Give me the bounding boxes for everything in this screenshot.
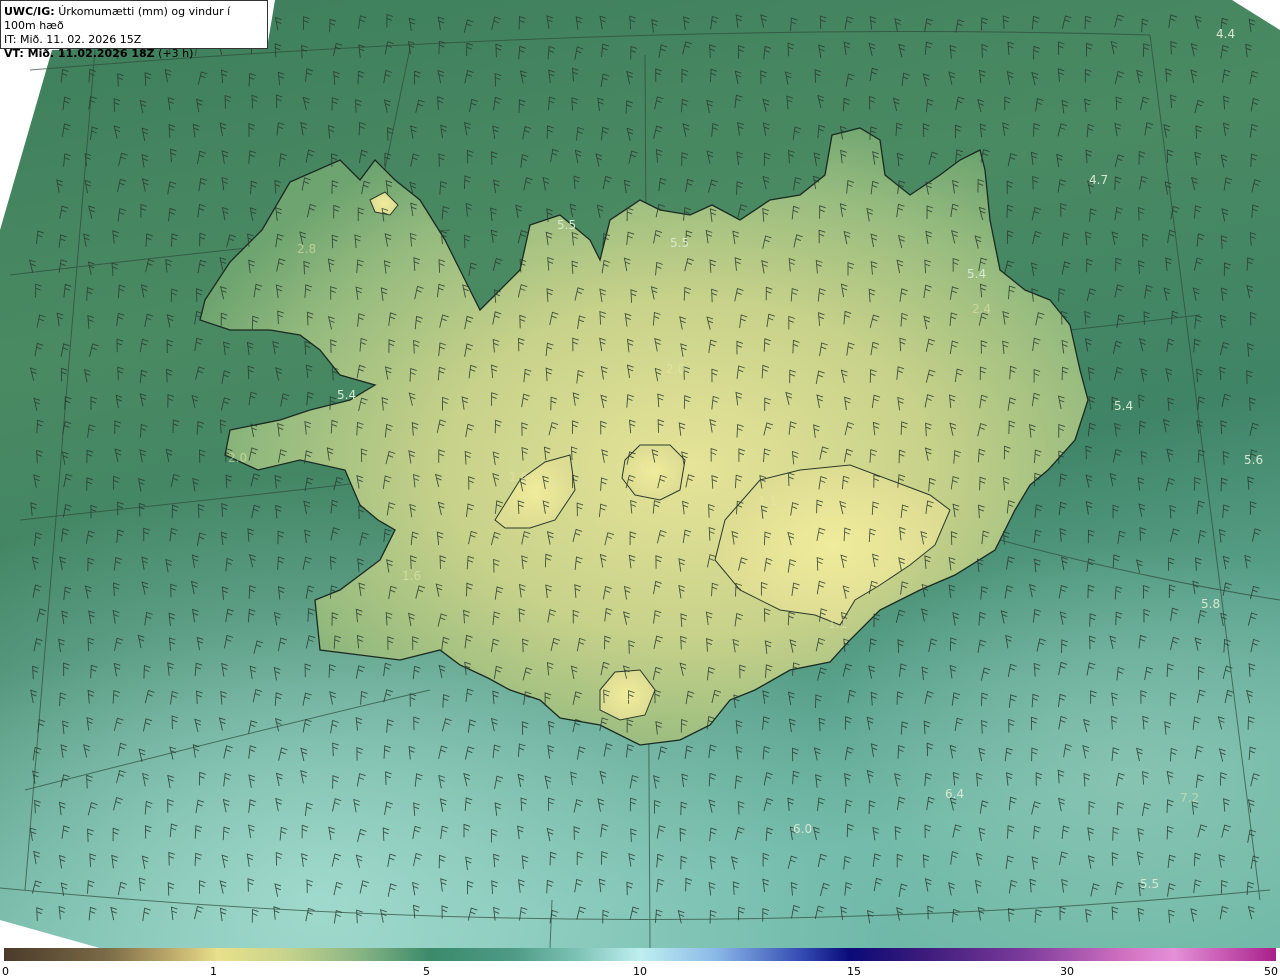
legend-tick: 50 xyxy=(1264,965,1278,978)
map-label: 2.0 xyxy=(666,362,685,376)
map-label: 5.4 xyxy=(967,267,986,281)
map-label: 6.0 xyxy=(793,822,812,836)
legend-colorbar xyxy=(4,948,1276,961)
header-line-vt: VT: Mið. 11.02.2026 18Z (+3 h) xyxy=(4,47,264,61)
map-label: 1.6 xyxy=(402,569,421,583)
map-label: 2.0 xyxy=(228,451,247,465)
map-label: 4.7 xyxy=(1089,173,1108,187)
map-label: 5.5 xyxy=(557,218,576,232)
map-label: 4.4 xyxy=(1216,27,1235,41)
legend-tick: 30 xyxy=(1060,965,1074,978)
weather-map[interactable]: 4.4 4.7 5.5 5.5 2.8 5.4 2.4 5.4 5.4 5.6 … xyxy=(0,0,1280,948)
map-label: 1.6 xyxy=(509,470,528,484)
header-line-title: UWC/IG: Úrkomumætti (mm) og vindur í 100… xyxy=(4,5,264,33)
legend-tick: 15 xyxy=(847,965,861,978)
color-legend: 0 1 5 10 15 30 50 xyxy=(0,948,1280,978)
map-label: 2.4 xyxy=(972,302,991,316)
map-label: 5.8 xyxy=(1201,597,1220,611)
map-label: 5.5 xyxy=(670,236,689,250)
map-label: 1.1 xyxy=(828,617,847,631)
map-label: 5.5 xyxy=(1140,877,1159,891)
valid-offset: (+3 h) xyxy=(158,47,194,60)
map-label: 5.4 xyxy=(337,388,356,402)
legend-tick: 0 xyxy=(2,965,9,978)
legend-tick: 5 xyxy=(423,965,430,978)
legend-tick: 1 xyxy=(210,965,217,978)
valid-time: VT: Mið. 11.02.2026 18Z xyxy=(4,47,155,60)
map-label: 6.4 xyxy=(945,787,964,801)
legend-tick: 10 xyxy=(633,965,647,978)
header-line-it: IT: Mið. 11. 02. 2026 15Z xyxy=(4,33,142,46)
map-label: 5.4 xyxy=(1114,399,1133,413)
map-label: 7.2 xyxy=(1180,791,1199,805)
map-header: UWC/IG: Úrkomumætti (mm) og vindur í 100… xyxy=(0,0,268,60)
map-label: 5.6 xyxy=(1244,453,1263,467)
map-label: 2.8 xyxy=(297,242,316,256)
map-label: 1.1 xyxy=(758,494,777,508)
map-label: 1.3 xyxy=(638,462,657,476)
map-label: 1.1 xyxy=(612,689,631,703)
product-name: UWC/IG: xyxy=(4,5,55,18)
